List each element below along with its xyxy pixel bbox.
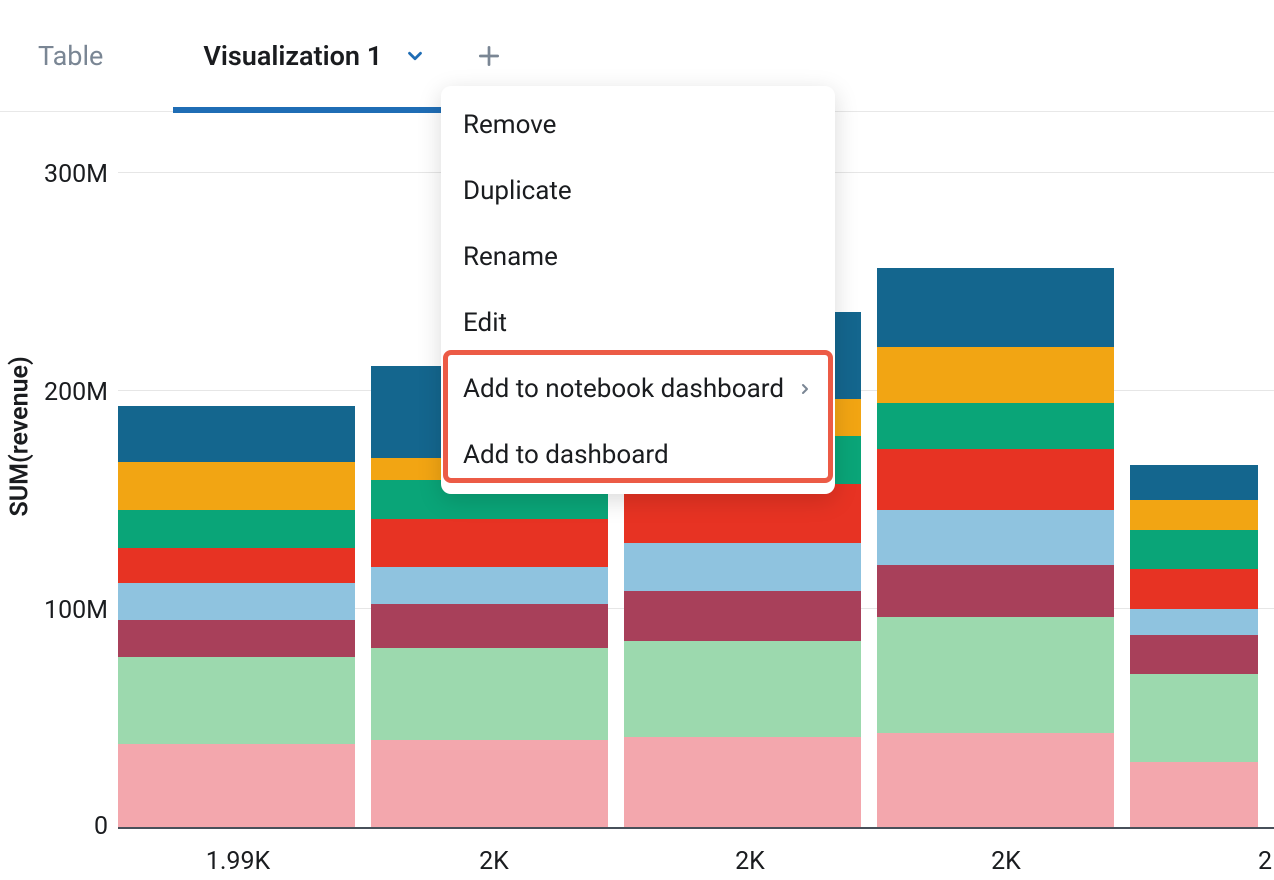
tab-context-menu: Remove Duplicate Rename Edit Add to note… bbox=[441, 86, 835, 494]
bar-segment[interactable] bbox=[624, 737, 861, 827]
chevron-down-icon[interactable] bbox=[404, 45, 426, 67]
bar-segment[interactable] bbox=[1130, 530, 1258, 569]
bar[interactable] bbox=[1130, 465, 1258, 827]
bar-segment[interactable] bbox=[371, 648, 608, 740]
bar-segment[interactable] bbox=[1130, 609, 1258, 635]
menu-item-add-to-notebook-dashboard[interactable]: Add to notebook dashboard bbox=[441, 356, 835, 422]
bar-segment[interactable] bbox=[118, 462, 355, 510]
bar-segment[interactable] bbox=[371, 567, 608, 604]
y-tick: 100M bbox=[0, 596, 108, 625]
bar-segment[interactable] bbox=[371, 740, 608, 827]
bar-segment[interactable] bbox=[877, 617, 1114, 733]
y-tick: 300M bbox=[0, 160, 108, 189]
bar-segment[interactable] bbox=[1130, 674, 1258, 761]
x-tick: 2K bbox=[374, 847, 614, 876]
plus-icon[interactable] bbox=[476, 43, 502, 69]
bar-segment[interactable] bbox=[1130, 500, 1258, 531]
menu-item-remove[interactable]: Remove bbox=[441, 92, 835, 158]
y-tick: 200M bbox=[0, 378, 108, 407]
menu-item-add-to-dashboard[interactable]: Add to dashboard bbox=[441, 422, 835, 488]
menu-item-edit[interactable]: Edit bbox=[441, 290, 835, 356]
bar-segment[interactable] bbox=[1130, 465, 1258, 500]
bar-segment[interactable] bbox=[118, 744, 355, 827]
menu-item-rename[interactable]: Rename bbox=[441, 224, 835, 290]
bar-segment[interactable] bbox=[877, 510, 1114, 565]
bar-segment[interactable] bbox=[624, 543, 861, 591]
tab-table[interactable]: Table bbox=[38, 0, 103, 112]
bar[interactable] bbox=[118, 406, 355, 827]
bar-segment[interactable] bbox=[624, 591, 861, 641]
bar[interactable] bbox=[877, 268, 1114, 827]
x-tick: 2K bbox=[630, 847, 870, 876]
x-tick: 2K bbox=[886, 847, 1126, 876]
bar-segment[interactable] bbox=[877, 403, 1114, 449]
tab-visualization-label: Visualization 1 bbox=[203, 40, 382, 72]
bar-segment[interactable] bbox=[371, 519, 608, 567]
bar-segment[interactable] bbox=[371, 604, 608, 648]
chevron-right-icon bbox=[797, 374, 813, 404]
x-axis-line bbox=[118, 827, 1274, 829]
bar-segment[interactable] bbox=[1130, 569, 1258, 608]
bar-segment[interactable] bbox=[118, 657, 355, 744]
bar-segment[interactable] bbox=[118, 406, 355, 463]
menu-item-duplicate[interactable]: Duplicate bbox=[441, 158, 835, 224]
bar-segment[interactable] bbox=[118, 583, 355, 620]
bar-segment[interactable] bbox=[118, 620, 355, 657]
bar-segment[interactable] bbox=[877, 565, 1114, 617]
bar-segment[interactable] bbox=[118, 548, 355, 583]
bar-segment[interactable] bbox=[877, 733, 1114, 827]
bar-segment[interactable] bbox=[877, 347, 1114, 404]
x-tick: 1.99K bbox=[118, 847, 358, 876]
bar-segment[interactable] bbox=[1130, 762, 1258, 828]
x-tick: 2 bbox=[1142, 847, 1272, 876]
bar-segment[interactable] bbox=[877, 449, 1114, 510]
bar-segment[interactable] bbox=[624, 641, 861, 737]
bar-segment[interactable] bbox=[1130, 635, 1258, 674]
bar-segment[interactable] bbox=[877, 268, 1114, 347]
bar-segment[interactable] bbox=[118, 510, 355, 547]
y-tick: 0 bbox=[0, 812, 108, 841]
